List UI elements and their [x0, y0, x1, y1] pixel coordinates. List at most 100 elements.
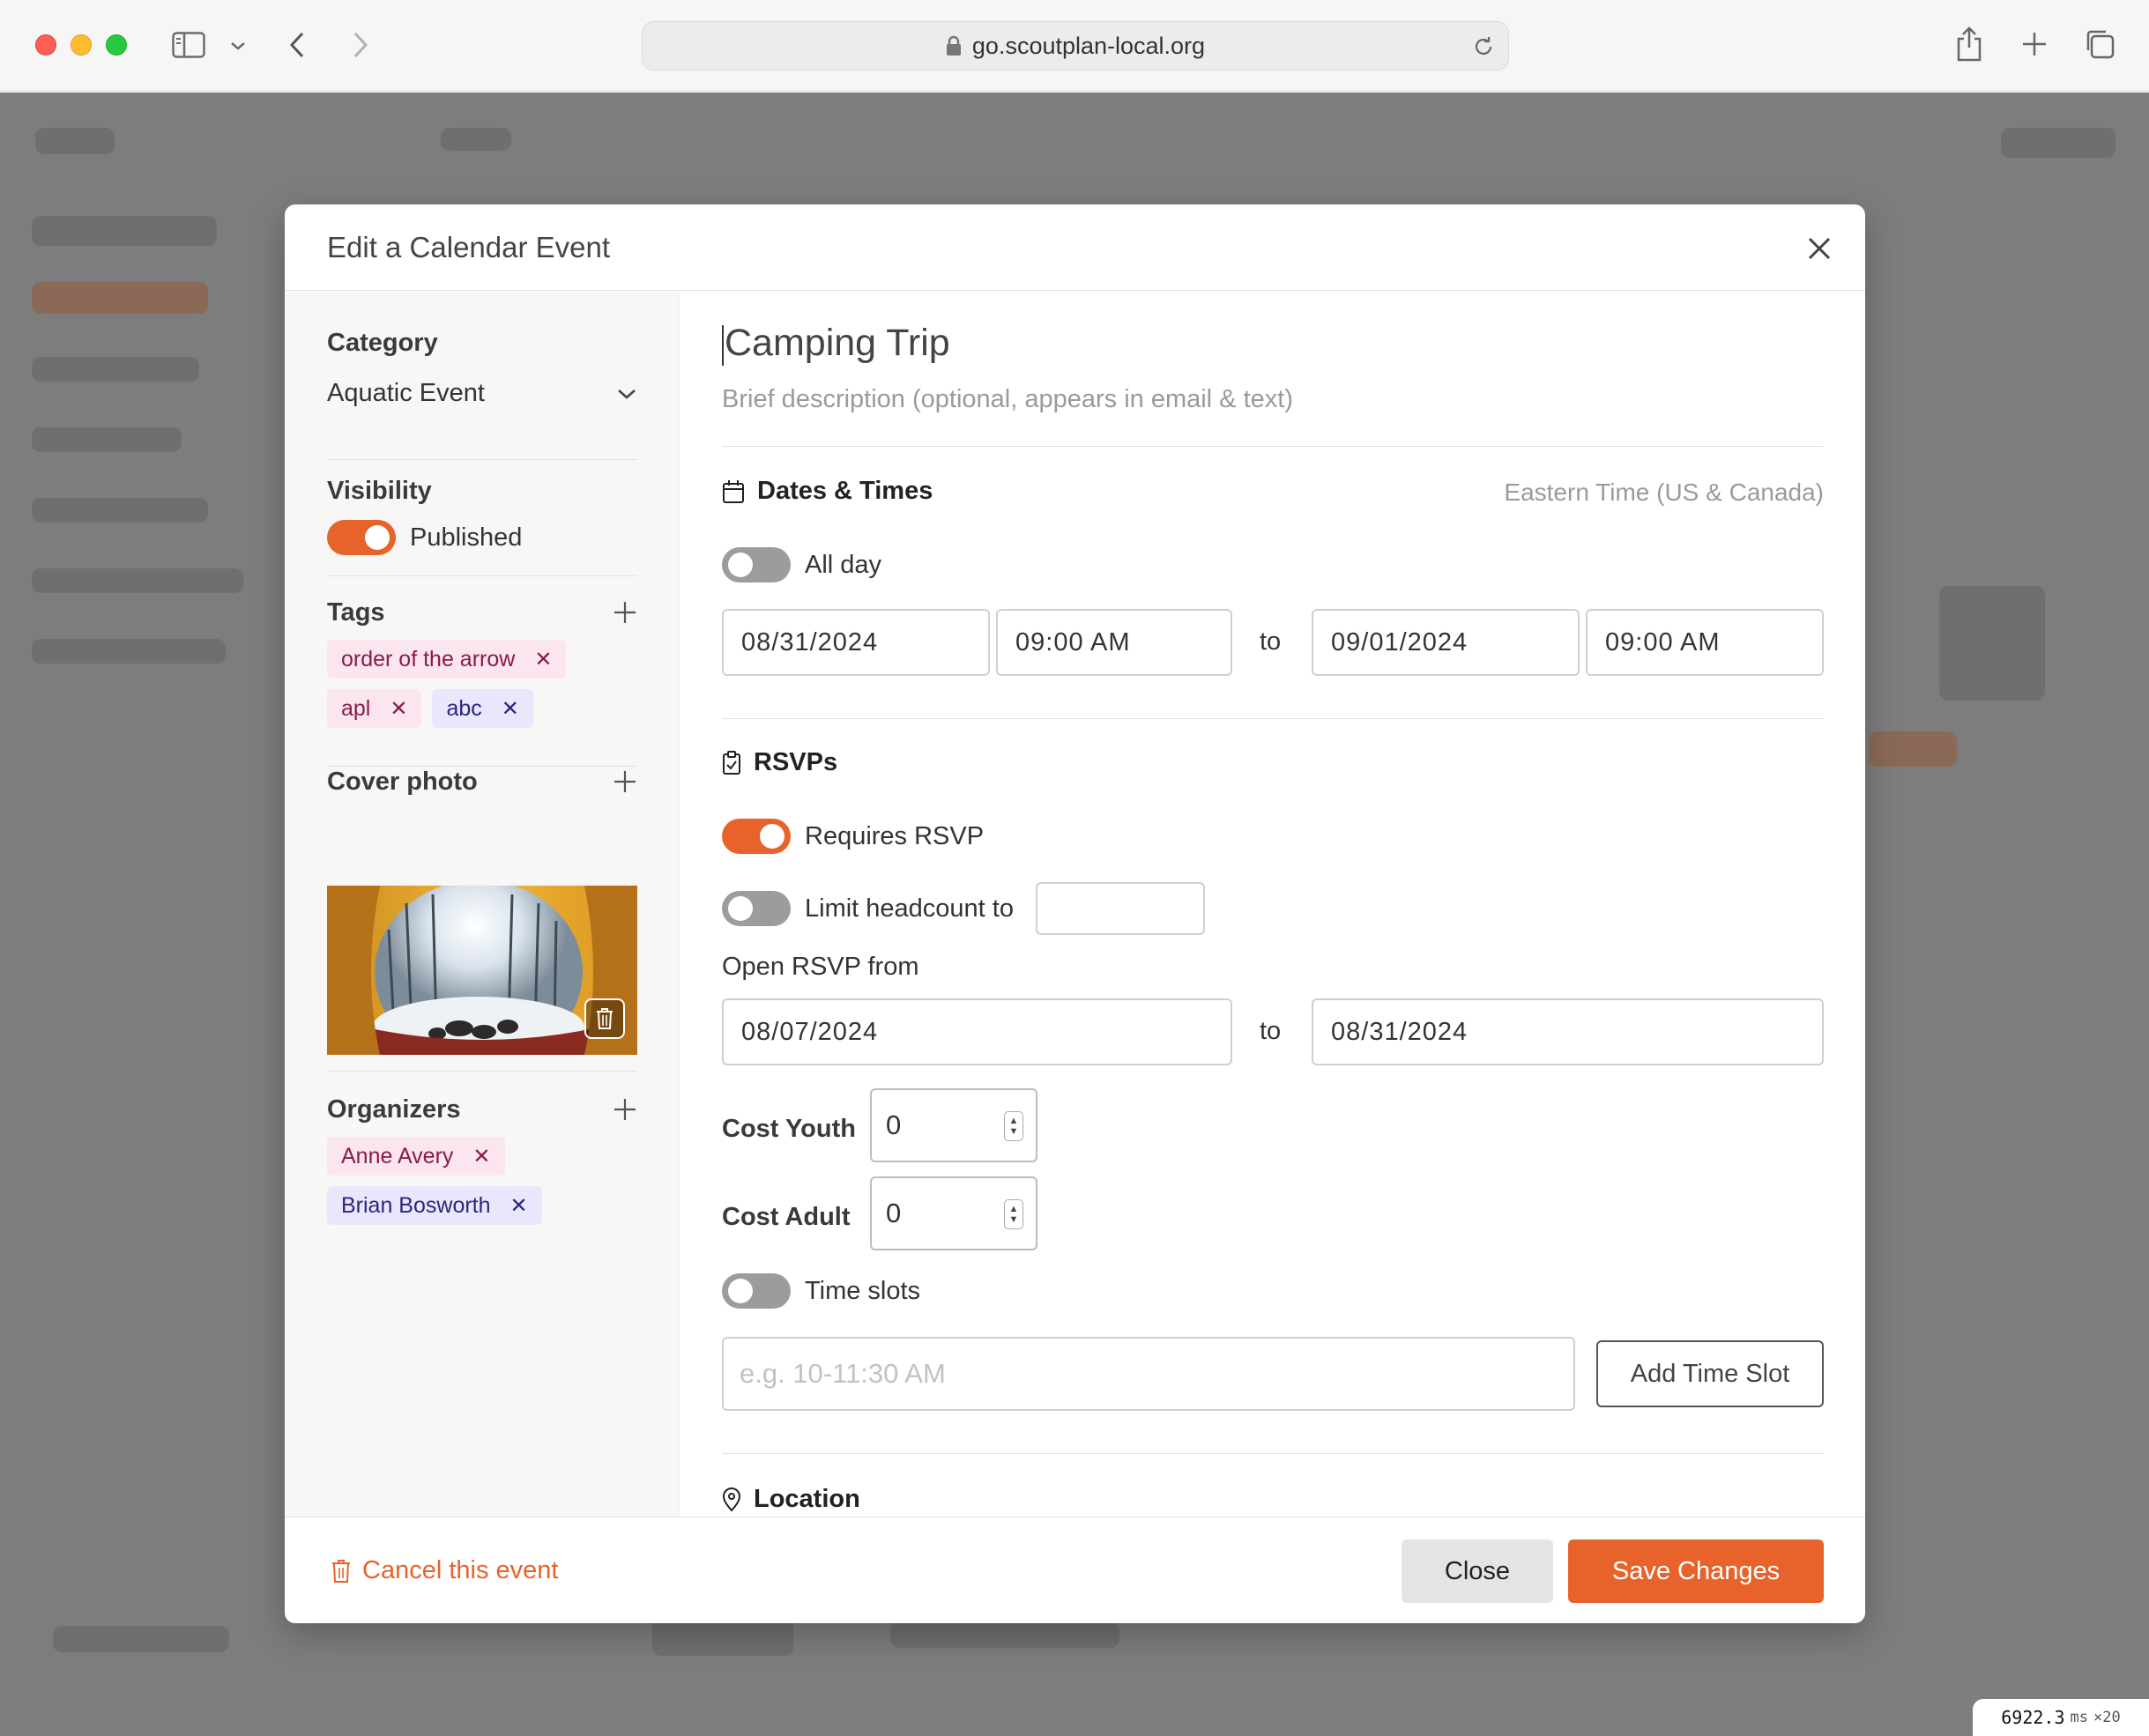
stepper-arrows-icon[interactable]: ▲ ▼: [1004, 1199, 1023, 1229]
published-toggle[interactable]: [327, 520, 396, 555]
backdrop-badge: [1869, 731, 1957, 767]
url-text: go.scoutplan-local.org: [971, 32, 1206, 59]
reload-icon[interactable]: [1471, 34, 1496, 59]
backdrop-sidebar-item: [32, 639, 226, 664]
back-arrow-icon[interactable]: [284, 28, 310, 62]
backdrop-sidebar-item: [32, 498, 208, 523]
remove-cover-photo-button[interactable]: [584, 998, 625, 1039]
add-organizer-icon[interactable]: [613, 1097, 637, 1122]
end-date-input[interactable]: 09/01/2024: [1312, 609, 1580, 676]
requires-rsvp-label: Requires RSVP: [805, 821, 985, 850]
location-heading-text: Location: [754, 1485, 860, 1513]
all-day-label: All day: [805, 550, 882, 579]
window-close-button[interactable]: [35, 34, 56, 56]
divider: [722, 1453, 1824, 1454]
add-cover-photo-icon[interactable]: [613, 769, 637, 794]
cost-adult-value: 0: [886, 1198, 902, 1228]
tab-overview-icon[interactable]: [2082, 26, 2117, 62]
tag-label: abc: [446, 695, 482, 721]
cost-adult-input[interactable]: 0 ▲ ▼: [870, 1176, 1037, 1250]
cost-youth-label: Cost Youth: [722, 1115, 856, 1143]
backdrop-sidebar-item: [32, 357, 199, 382]
open-rsvp-label: Open RSVP from: [722, 953, 919, 981]
clipboard-check-icon: [723, 750, 740, 775]
forward-arrow-icon[interactable]: [347, 28, 374, 62]
organizers-section: Organizers Anne Avery ✕ Brian Bosworth ✕: [327, 1095, 637, 1225]
backdrop-sidebar-item: [32, 427, 182, 452]
time-slots-toggle[interactable]: [722, 1273, 791, 1309]
category-label: Category: [327, 329, 438, 357]
remove-tag-icon[interactable]: ✕: [534, 647, 552, 672]
browser-toolbar: go.scoutplan-local.org: [0, 0, 2149, 92]
add-time-slot-button[interactable]: Add Time Slot: [1596, 1340, 1824, 1407]
cover-photo-section: Cover photo: [327, 768, 637, 797]
category-section: Category Aquatic Event: [327, 329, 637, 408]
remove-tag-icon[interactable]: ✕: [390, 696, 407, 722]
end-time-input[interactable]: 09:00 AM: [1586, 609, 1824, 676]
all-day-toggle[interactable]: [722, 547, 791, 582]
cost-adult-label: Cost Adult: [722, 1203, 851, 1231]
organizer-label: Anne Avery: [341, 1143, 454, 1168]
tag-chip[interactable]: apl ✕: [327, 689, 422, 728]
address-bar[interactable]: go.scoutplan-local.org: [642, 21, 1509, 70]
modal-header: Edit a Calendar Event: [285, 204, 1865, 291]
organizer-chip[interactable]: Anne Avery ✕: [327, 1137, 505, 1176]
cover-photo-label: Cover photo: [327, 768, 478, 796]
window-minimize-button[interactable]: [71, 34, 92, 56]
divider: [722, 446, 1824, 447]
calendar-icon: [723, 479, 744, 503]
add-tag-icon[interactable]: [613, 600, 637, 625]
close-icon[interactable]: [1805, 234, 1833, 263]
headcount-input[interactable]: [1036, 882, 1205, 935]
chevron-down-icon[interactable]: [227, 35, 249, 56]
category-select[interactable]: Aquatic Event: [327, 379, 637, 408]
event-title-input[interactable]: Camping Trip: [722, 322, 950, 366]
remove-organizer-icon[interactable]: ✕: [472, 1144, 490, 1169]
event-title-text: Camping Trip: [725, 322, 950, 364]
text-caret: [722, 324, 724, 366]
rsvp-open-date-input[interactable]: 08/07/2024: [722, 998, 1232, 1065]
tag-label: apl: [341, 695, 371, 721]
save-changes-button[interactable]: Save Changes: [1568, 1539, 1824, 1603]
tag-chip[interactable]: abc ✕: [432, 689, 533, 728]
sidebar-toggle-icon[interactable]: [171, 30, 206, 60]
map-pin-icon: [722, 1487, 741, 1512]
start-date-input[interactable]: 08/31/2024: [722, 609, 990, 676]
requires-rsvp-toggle[interactable]: [722, 819, 791, 854]
modal-title: Edit a Calendar Event: [327, 230, 611, 263]
cancel-event-link[interactable]: Cancel this event: [331, 1556, 558, 1585]
time-slots-row: Time slots: [722, 1273, 920, 1309]
tag-chip[interactable]: order of the arrow ✕: [327, 640, 567, 679]
remove-tag-icon[interactable]: ✕: [502, 696, 519, 722]
divider: [327, 575, 637, 576]
to-label: to: [1260, 627, 1282, 656]
timezone-label[interactable]: Eastern Time (US & Canada): [1504, 479, 1824, 507]
rsvp-close-date-input[interactable]: 08/31/2024: [1312, 998, 1824, 1065]
backdrop-sidebar-item: [32, 568, 243, 593]
event-form: Camping Trip Brief description (optional…: [722, 292, 1824, 1517]
start-time-input[interactable]: 09:00 AM: [996, 609, 1232, 676]
timer-unit: ms: [2070, 1709, 2088, 1726]
cover-photo-image: [327, 886, 637, 1055]
tags-label: Tags: [327, 598, 385, 627]
organizer-label: Brian Bosworth: [341, 1192, 491, 1218]
dates-heading: Dates & Times: [722, 477, 933, 506]
organizer-chip[interactable]: Brian Bosworth ✕: [327, 1186, 542, 1225]
remove-organizer-icon[interactable]: ✕: [510, 1193, 528, 1219]
description-input[interactable]: Brief description (optional, appears in …: [722, 385, 1293, 414]
time-slots-label: Time slots: [805, 1276, 921, 1305]
stepper-arrows-icon[interactable]: ▲ ▼: [1004, 1111, 1023, 1141]
window-zoom-button[interactable]: [106, 34, 127, 56]
share-icon[interactable]: [1952, 25, 1987, 63]
lock-icon: [946, 35, 961, 56]
time-slot-input[interactable]: e.g. 10-11:30 AM: [722, 1337, 1575, 1411]
all-day-row: All day: [722, 547, 881, 582]
backdrop-user: [2001, 128, 2116, 158]
new-tab-icon[interactable]: [2019, 28, 2050, 60]
trash-icon: [597, 1008, 613, 1029]
backdrop-footer: [890, 1621, 1119, 1648]
to-label: to: [1260, 1017, 1282, 1045]
close-button[interactable]: Close: [1402, 1539, 1553, 1603]
cost-youth-input[interactable]: 0 ▲ ▼: [870, 1088, 1037, 1162]
limit-headcount-toggle[interactable]: [722, 891, 791, 926]
